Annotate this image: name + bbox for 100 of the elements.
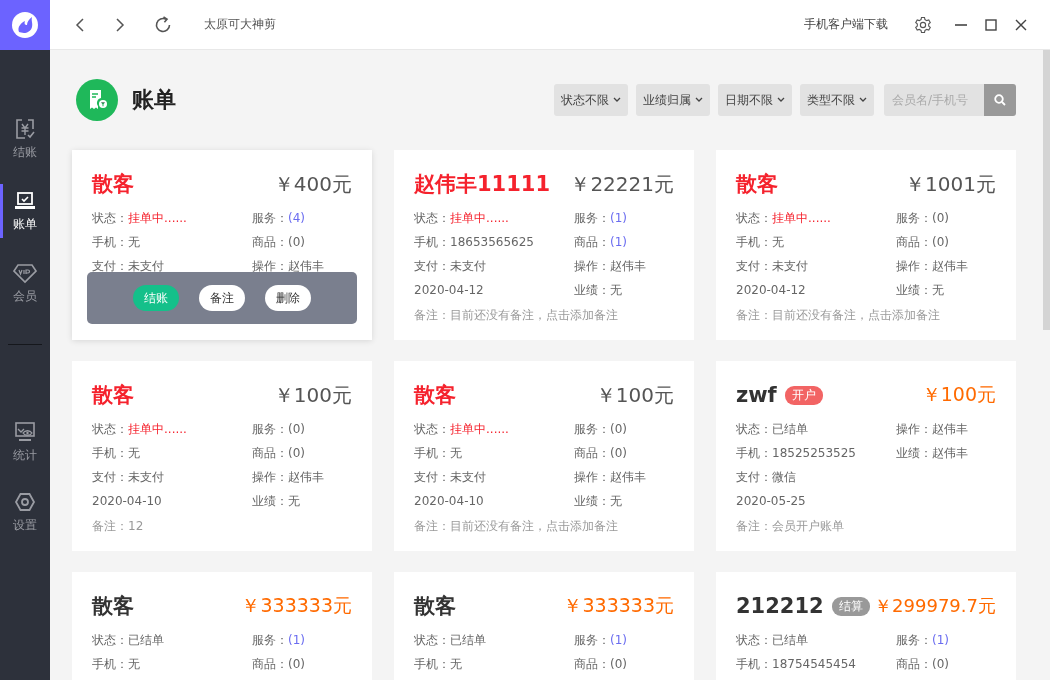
chevron-down-icon bbox=[777, 97, 785, 103]
field-text: 手机：18653565625 bbox=[414, 234, 535, 251]
field-text: 支付：未支付 bbox=[414, 258, 487, 275]
bill-amount: ￥22221元 bbox=[570, 170, 674, 198]
bill-amount: ￥100元 bbox=[921, 382, 996, 407]
bill-amount: ￥333333元 bbox=[241, 593, 352, 618]
back-icon[interactable] bbox=[74, 16, 86, 33]
field-text: 服务：(0) bbox=[574, 421, 628, 438]
field-text: 2020-04-10 bbox=[414, 493, 485, 510]
customer-name: 散客 bbox=[736, 171, 778, 198]
field-text: 支付：未支付 bbox=[736, 258, 809, 275]
maximize-icon[interactable] bbox=[984, 17, 998, 32]
customer-name: 赵伟丰11111 bbox=[414, 171, 551, 198]
settings-icon[interactable] bbox=[914, 15, 932, 34]
field-text: 服务：(0) bbox=[252, 421, 306, 438]
field-text: 操作：赵伟丰 bbox=[896, 421, 969, 438]
download-link[interactable]: 手机客户端下载 bbox=[804, 16, 888, 33]
refresh-icon[interactable] bbox=[154, 15, 172, 34]
scrollbar[interactable] bbox=[1043, 50, 1050, 330]
bill-card[interactable]: 散客 ￥333333元 状态：已结单 服务：(1) 手机：无 商品：(0) bbox=[394, 572, 694, 680]
field-text: 商品：(0) bbox=[252, 234, 306, 251]
laptop-check-icon bbox=[14, 189, 36, 212]
field-text: 服务：(1) bbox=[574, 632, 628, 649]
field-text: 手机：18754545454 bbox=[736, 656, 857, 673]
field-text: 服务：(1) bbox=[574, 210, 628, 227]
hexagon-settings-icon bbox=[14, 490, 36, 513]
field-text: 状态：挂单中...... bbox=[92, 421, 188, 438]
field-text: 状态：已结单 bbox=[736, 421, 809, 438]
field-text: 服务：(1) bbox=[896, 632, 950, 649]
filter-dropdown[interactable]: 类型不限 bbox=[800, 84, 874, 116]
bill-card[interactable]: 212212 结算 ￥299979.7元 状态：已结单 服务：(1) 手机：18754545454 商品：(0) bbox=[716, 572, 1016, 680]
field-text: 状态：已结单 bbox=[414, 632, 487, 649]
field-text: 状态：挂单中...... bbox=[414, 210, 510, 227]
tag-label: 开户 bbox=[784, 385, 823, 405]
search-button[interactable] bbox=[984, 84, 1016, 116]
action-button[interactable]: 备注 bbox=[199, 285, 245, 311]
flame-logo-icon bbox=[10, 10, 40, 40]
field-text: 手机：无 bbox=[736, 234, 785, 251]
field-text: 业绩：无 bbox=[574, 282, 623, 299]
field-text: 业绩：无 bbox=[896, 282, 945, 299]
chevron-down-icon bbox=[695, 97, 703, 103]
bill-card[interactable]: 赵伟丰11111 ￥22221元 状态：挂单中...... 服务：(1) 手机：18653565625 商品：(1) 支付：未支付 操作：赵伟丰 2020-04-12 业绩：无 备注：目前还没有备注，点击添加备注 bbox=[394, 150, 694, 340]
field-text: 业绩：无 bbox=[252, 493, 301, 510]
field-text: 手机：无 bbox=[414, 656, 463, 673]
filter-dropdown[interactable]: 状态不限 bbox=[554, 84, 628, 116]
field-text: 2020-04-12 bbox=[736, 282, 807, 299]
bill-card[interactable]: 散客 ￥100元 状态：挂单中...... 服务：(0) 手机：无 商品：(0) 支付：未支付 操作：赵伟丰 2020-04-10 业绩：无 备注：12 bbox=[72, 361, 372, 551]
page-title: 账单 bbox=[132, 86, 176, 114]
customer-name: 散客 bbox=[92, 382, 134, 409]
field-text: 商品：(0) bbox=[896, 234, 950, 251]
sidebar-item[interactable]: 统计 bbox=[0, 415, 47, 469]
yuan-receipt-icon bbox=[14, 117, 36, 140]
field-text: 商品：(0) bbox=[574, 445, 628, 462]
bill-amount: ￥1001元 bbox=[905, 170, 996, 198]
field-text: 支付：微信 bbox=[736, 469, 797, 486]
forward-icon[interactable] bbox=[114, 16, 126, 33]
bill-amount: ￥400元 bbox=[273, 170, 352, 198]
field-text: 支付：未支付 bbox=[414, 469, 487, 486]
monitor-eye-icon bbox=[14, 420, 36, 443]
filter-dropdown[interactable]: 日期不限 bbox=[718, 84, 792, 116]
field-text: 2020-04-12 bbox=[414, 282, 485, 299]
tag-label: 结算 bbox=[831, 596, 870, 616]
close-icon[interactable] bbox=[1014, 17, 1028, 32]
field-text: 手机：无 bbox=[414, 445, 463, 462]
sidebar-item[interactable]: 结账 bbox=[0, 112, 47, 166]
field-text: 2020-05-25 bbox=[736, 493, 807, 510]
field-text: 商品：(0) bbox=[252, 445, 306, 462]
bill-badge-icon bbox=[76, 79, 118, 121]
customer-name: 212212 bbox=[736, 594, 824, 618]
field-text: 商品：(0) bbox=[896, 656, 950, 673]
field-text: 服务：(4) bbox=[252, 210, 306, 227]
field-text: 商品：(0) bbox=[252, 656, 306, 673]
field-text: 状态：挂单中...... bbox=[736, 210, 832, 227]
bill-amount: ￥333333元 bbox=[563, 593, 674, 618]
customer-name: 散客 bbox=[414, 382, 456, 409]
field-text: 业绩：无 bbox=[574, 493, 623, 510]
field-text: 商品：(0) bbox=[574, 656, 628, 673]
action-button[interactable]: 删除 bbox=[265, 285, 311, 311]
search-icon bbox=[994, 94, 1006, 106]
field-text: 状态：已结单 bbox=[736, 632, 809, 649]
field-text: 状态：挂单中...... bbox=[414, 421, 510, 438]
field-text: 状态：挂单中...... bbox=[92, 210, 188, 227]
field-text: 操作：赵伟丰 bbox=[252, 469, 325, 486]
customer-name: 散客 bbox=[414, 593, 456, 620]
sidebar-item[interactable]: 设置 bbox=[0, 485, 47, 539]
bill-card[interactable]: 散客 ￥400元 状态：挂单中...... 服务：(4) 手机：无 商品：(0) 支付：未支付 操作：赵伟丰 结账 备注 删除 bbox=[72, 150, 372, 340]
field-text: 手机：无 bbox=[92, 656, 141, 673]
sidebar-item[interactable]: 会员 bbox=[0, 256, 47, 310]
bill-card[interactable]: 散客 ￥1001元 状态：挂单中...... 服务：(0) 手机：无 商品：(0) 支付：未支付 操作：赵伟丰 2020-04-12 业绩：无 备注：目前还没有备注，点击添加备注 bbox=[716, 150, 1016, 340]
bill-card[interactable]: zwf 开户 ￥100元 状态：已结单 操作：赵伟丰 手机：18525253525 业绩：赵伟丰 支付：微信 2020-05-25 备注：会员开户账单 bbox=[716, 361, 1016, 551]
bill-card[interactable]: 散客 ￥333333元 状态：已结单 服务：(1) 手机：无 商品：(0) bbox=[72, 572, 372, 680]
bill-card[interactable]: 散客 ￥100元 状态：挂单中...... 服务：(0) 手机：无 商品：(0) 支付：未支付 操作：赵伟丰 2020-04-10 业绩：无 备注：目前还没有备注，点击添加备注 bbox=[394, 361, 694, 551]
sidebar-item[interactable]: 账单 bbox=[0, 184, 47, 238]
customer-name: 散客 bbox=[92, 593, 134, 620]
vip-diamond-icon bbox=[13, 261, 37, 284]
field-text: 支付：未支付 bbox=[92, 258, 165, 275]
field-text: 服务：(0) bbox=[896, 210, 950, 227]
field-text: 手机：无 bbox=[92, 234, 141, 251]
filter-dropdown[interactable]: 业绩归属 bbox=[636, 84, 710, 116]
chevron-down-icon bbox=[859, 97, 867, 103]
